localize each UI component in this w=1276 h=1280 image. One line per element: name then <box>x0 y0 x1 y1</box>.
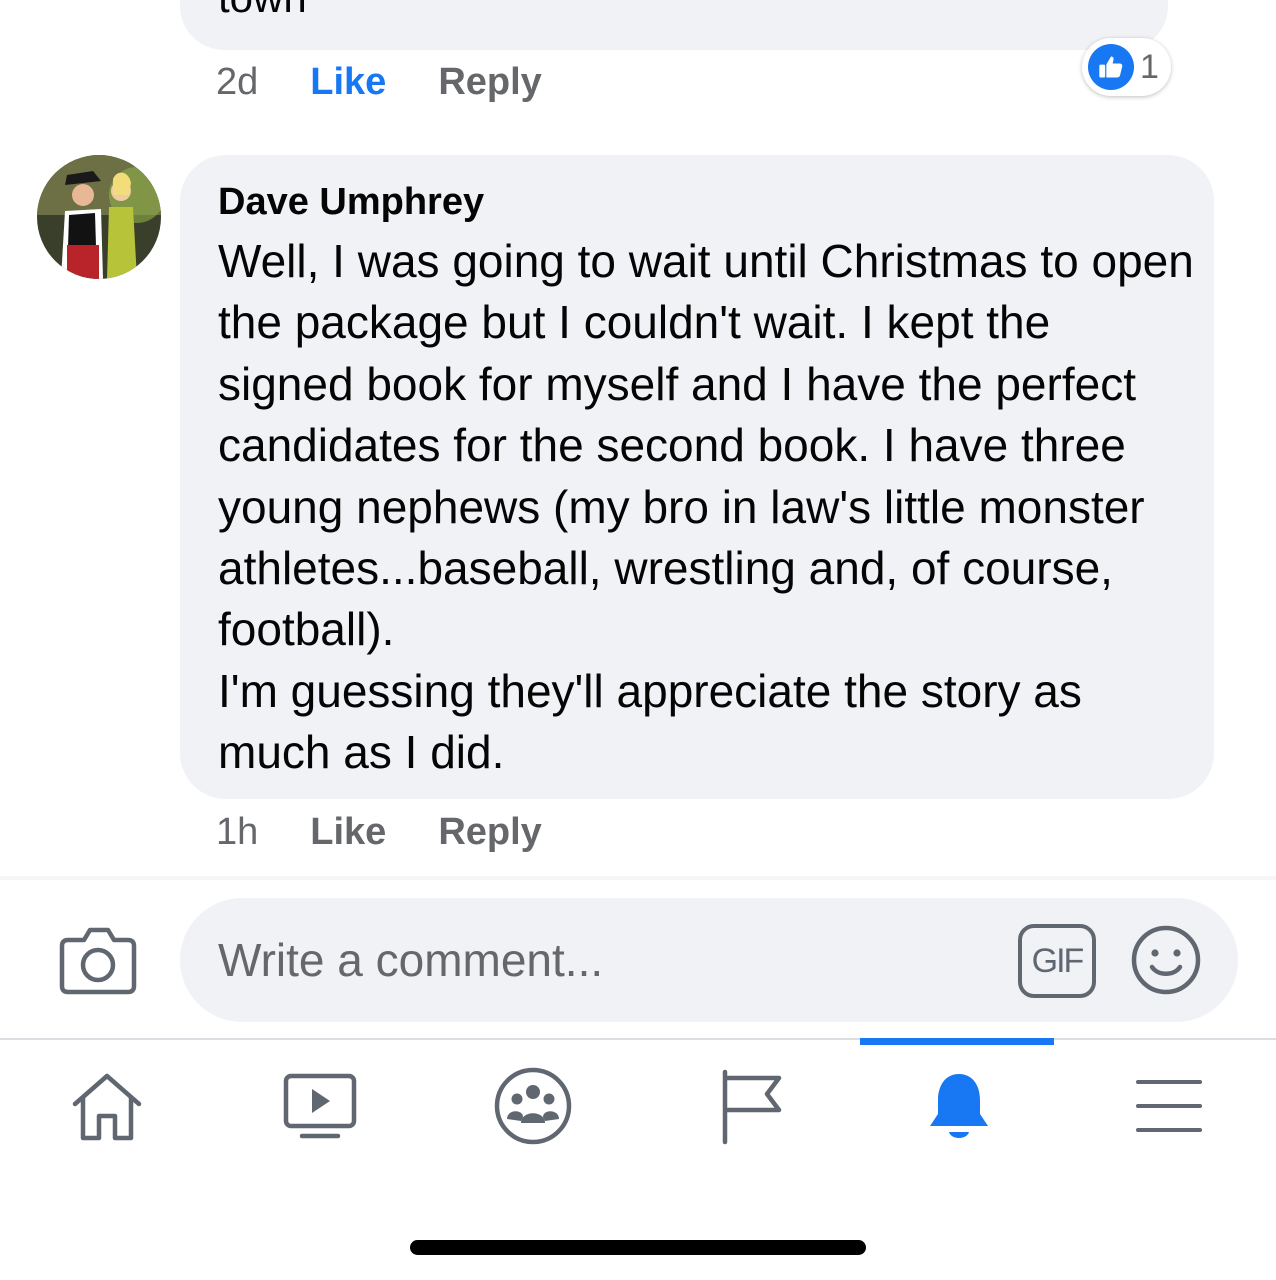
previous-comment-actions: 2d Like Reply <box>216 56 542 108</box>
comment-input[interactable] <box>218 926 998 994</box>
groups-icon <box>492 1065 574 1152</box>
comment-reply-button[interactable]: Reply <box>438 811 541 854</box>
tab-menu[interactable] <box>1124 1066 1214 1150</box>
tab-watch[interactable] <box>275 1066 365 1150</box>
emoji-icon[interactable] <box>1130 924 1202 996</box>
previous-comment-reply-button[interactable]: Reply <box>438 61 541 104</box>
gif-button[interactable]: GIF <box>1018 924 1096 998</box>
composer-divider <box>0 876 1276 880</box>
active-tab-indicator <box>860 1038 1054 1045</box>
comment-author[interactable]: Dave Umphrey <box>218 181 484 224</box>
flag-icon <box>705 1066 785 1151</box>
reaction-summary[interactable]: 1 <box>1082 38 1171 96</box>
comment-actions: 1h Like Reply <box>216 806 542 858</box>
tab-bar-divider <box>0 1038 1276 1040</box>
previous-comment-time: 2d <box>216 60 259 103</box>
comment-text: Well, I was going to wait until Christma… <box>218 235 1194 779</box>
comment-composer[interactable]: GIF <box>180 898 1238 1022</box>
camera-icon[interactable] <box>58 924 138 996</box>
previous-comment-like-button[interactable]: Like <box>310 61 386 104</box>
video-play-icon <box>280 1070 360 1147</box>
avatar[interactable] <box>37 155 161 279</box>
comment-bubble: Dave Umphrey Well, I was going to wait u… <box>180 155 1214 799</box>
reaction-count: 1 <box>1140 47 1159 86</box>
home-indicator[interactable] <box>410 1240 866 1255</box>
tab-home[interactable] <box>62 1066 152 1150</box>
comments-screen: town 2d Like Reply 1 D <box>0 0 1276 1280</box>
tab-notifications[interactable] <box>914 1066 1004 1150</box>
comment-like-button[interactable]: Like <box>310 811 386 854</box>
tab-groups[interactable] <box>488 1066 578 1150</box>
comment-time: 1h <box>216 810 259 853</box>
previous-comment-bubble: town <box>180 0 1168 50</box>
hamburger-menu-icon <box>1132 1074 1206 1143</box>
tab-pages[interactable] <box>700 1066 790 1150</box>
home-icon <box>67 1068 147 1149</box>
previous-comment-text: town <box>218 0 307 24</box>
bell-icon <box>919 1066 999 1151</box>
thumbs-up-icon <box>1088 44 1134 90</box>
